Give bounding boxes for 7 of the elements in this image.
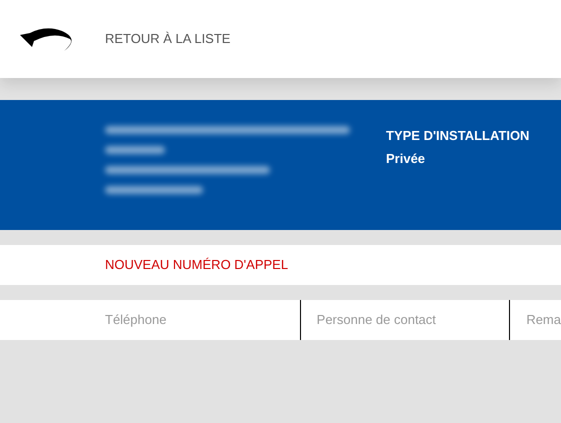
column-header: Rema — [526, 311, 561, 330]
column-header: Personne de contact — [316, 311, 436, 330]
installation-type-value: Privée — [386, 150, 426, 168]
column-header: Téléphone — [105, 311, 166, 330]
back-link[interactable]: RETOUR À LA LISTE — [105, 29, 230, 49]
new-number-link[interactable]: NOUVEAU NUMÉRO D'APPEL — [105, 255, 288, 275]
installation-type-label: TYPE D'INSTALLATION — [386, 127, 530, 145]
